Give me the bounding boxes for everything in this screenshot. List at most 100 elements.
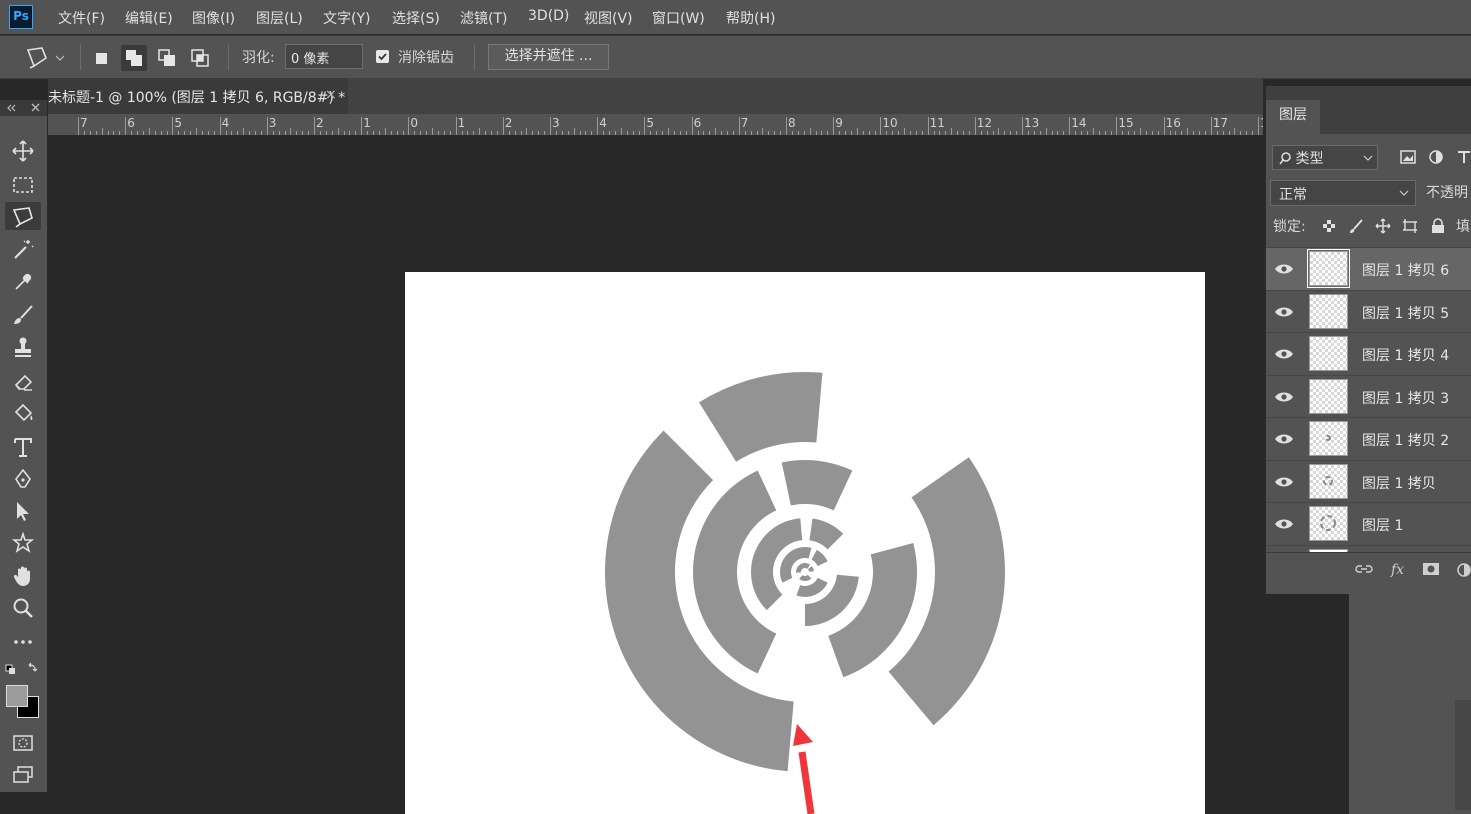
adjustment-filter-icon[interactable]: [1428, 149, 1444, 165]
quick-mask-button[interactable]: [5, 728, 41, 756]
ruler-minor-tick: [603, 131, 605, 135]
menu-file[interactable]: 文件(F): [58, 8, 105, 28]
polygonal-lasso-icon: [12, 207, 33, 228]
layer-row[interactable]: 图层 1 拷贝 5: [1266, 289, 1471, 333]
type-filter-icon[interactable]: [1456, 149, 1471, 165]
menu-select[interactable]: 选择(S): [392, 8, 440, 28]
ruler-minor-tick: [473, 131, 475, 135]
lock-label: 锁定:: [1273, 219, 1306, 235]
add-to-selection-button[interactable]: [121, 45, 147, 71]
intersect-selection-button[interactable]: [187, 45, 213, 71]
layer-row[interactable]: 图层 1 拷贝: [1266, 459, 1471, 503]
layer-row[interactable]: 图层 1 拷贝 4: [1266, 332, 1471, 375]
ruler-minor-tick: [715, 128, 717, 135]
menu-image[interactable]: 图像(I): [192, 8, 235, 28]
magic-wand-tool[interactable]: [5, 234, 41, 262]
layers-tab[interactable]: 图层: [1266, 100, 1320, 134]
ruler-minor-tick: [225, 131, 227, 135]
menu-layer[interactable]: 图层(L): [256, 8, 303, 28]
paint-bucket-tool[interactable]: [5, 398, 41, 426]
close-icon[interactable]: ×: [325, 87, 337, 103]
ruler-minor-tick: [892, 131, 894, 135]
ruler-minor-tick: [845, 131, 846, 135]
layer-row[interactable]: 图层 1 拷贝 3: [1266, 374, 1471, 418]
subtract-selection-button[interactable]: [154, 45, 180, 71]
lock-artboard-icon[interactable]: [1402, 218, 1418, 234]
toolbar-header[interactable]: [0, 100, 47, 116]
eye-icon[interactable]: [1274, 476, 1294, 488]
ruler-minor-tick: [1010, 131, 1012, 135]
new-selection-button[interactable]: [89, 45, 115, 71]
add-mask-icon[interactable]: [1422, 562, 1440, 576]
image-filter-icon[interactable]: [1399, 149, 1417, 165]
ruler-minor-tick: [567, 131, 569, 135]
type-tool[interactable]: [5, 432, 41, 460]
color-swap-controls[interactable]: [5, 662, 41, 676]
eyedropper-tool[interactable]: [5, 266, 41, 294]
ruler-minor-tick: [620, 128, 622, 135]
lock-transparency-icon[interactable]: [1321, 218, 1337, 234]
document-canvas[interactable]: [405, 272, 1205, 814]
ruler-minor-tick: [827, 131, 829, 135]
eye-icon[interactable]: [1274, 518, 1294, 530]
fx-icon[interactable]: fx: [1390, 562, 1412, 578]
custom-shape-tool[interactable]: [5, 528, 41, 556]
ruler-minor-tick: [1252, 131, 1254, 135]
eye-icon[interactable]: [1274, 348, 1294, 360]
ruler-label: 2: [504, 116, 513, 130]
clone-stamp-tool[interactable]: [5, 332, 41, 360]
menu-3d[interactable]: 3D(D): [528, 8, 569, 24]
ruler-minor-tick: [968, 131, 970, 135]
layer-row[interactable]: 图层 1 拷贝 6: [1266, 247, 1471, 290]
layer-row[interactable]: 图层 1: [1266, 502, 1471, 545]
zoom-tool[interactable]: [5, 593, 41, 621]
eye-icon[interactable]: [1274, 263, 1294, 275]
tools-panel: [0, 116, 48, 792]
collapsed-panel-strip[interactable]: [1455, 700, 1471, 810]
ruler-minor-tick: [461, 131, 463, 135]
menu-filter[interactable]: 滤镜(T): [460, 8, 507, 28]
foreground-color-swatch[interactable]: [6, 685, 28, 707]
marquee-tool[interactable]: [5, 170, 41, 198]
menu-help[interactable]: 帮助(H): [726, 8, 775, 28]
lock-pixels-icon[interactable]: [1348, 218, 1364, 234]
ruler-tick: [691, 117, 693, 135]
eye-icon[interactable]: [1274, 391, 1294, 403]
move-tool[interactable]: [5, 136, 41, 164]
ruler-minor-tick: [756, 131, 758, 135]
ruler-minor-tick: [791, 131, 793, 135]
ruler-minor-tick: [856, 128, 858, 135]
antialias-checkbox[interactable]: [376, 50, 389, 63]
pen-tool[interactable]: [5, 464, 41, 492]
new-adjustment-icon[interactable]: [1456, 562, 1471, 578]
polygonal-lasso-tool[interactable]: [5, 202, 41, 230]
menu-view[interactable]: 视图(V): [584, 8, 633, 28]
menu-window[interactable]: 窗口(W): [652, 8, 705, 28]
lock-all-icon[interactable]: [1431, 218, 1445, 234]
layer-content-preview: [1323, 475, 1333, 486]
menu-type[interactable]: 文字(Y): [323, 8, 370, 28]
stamp-icon: [15, 337, 31, 357]
brush-tool[interactable]: [5, 300, 41, 328]
hand-tool[interactable]: [5, 561, 41, 589]
document-tab[interactable]: 未标题-1 @ 100% (图层 1 拷贝 6, RGB/8#) * ×: [48, 78, 348, 114]
swap-colors-icon: [5, 662, 38, 674]
blend-mode-select[interactable]: 正常: [1270, 180, 1416, 206]
link-layers-icon[interactable]: [1354, 562, 1374, 576]
ruler-minor-tick: [89, 131, 91, 135]
tool-preset-picker[interactable]: [22, 44, 68, 70]
eye-icon[interactable]: [1274, 306, 1294, 318]
lock-position-icon[interactable]: [1375, 218, 1391, 234]
feather-input[interactable]: 0 像素: [285, 44, 363, 69]
select-and-mask-button[interactable]: 选择并遮住 ...: [488, 44, 609, 70]
path-selection-tool[interactable]: [5, 496, 41, 524]
eraser-tool[interactable]: [5, 366, 41, 394]
screen-mode-button[interactable]: [5, 760, 41, 788]
more-tools[interactable]: [5, 627, 41, 655]
screen-mode-icon: [13, 766, 33, 783]
ruler-minor-tick: [1187, 128, 1189, 135]
eye-icon[interactable]: [1274, 433, 1294, 445]
layer-row[interactable]: 图层 1 拷贝 2: [1266, 417, 1471, 460]
menu-edit[interactable]: 编辑(E): [125, 8, 173, 28]
layer-filter-select[interactable]: 类型: [1272, 145, 1378, 170]
